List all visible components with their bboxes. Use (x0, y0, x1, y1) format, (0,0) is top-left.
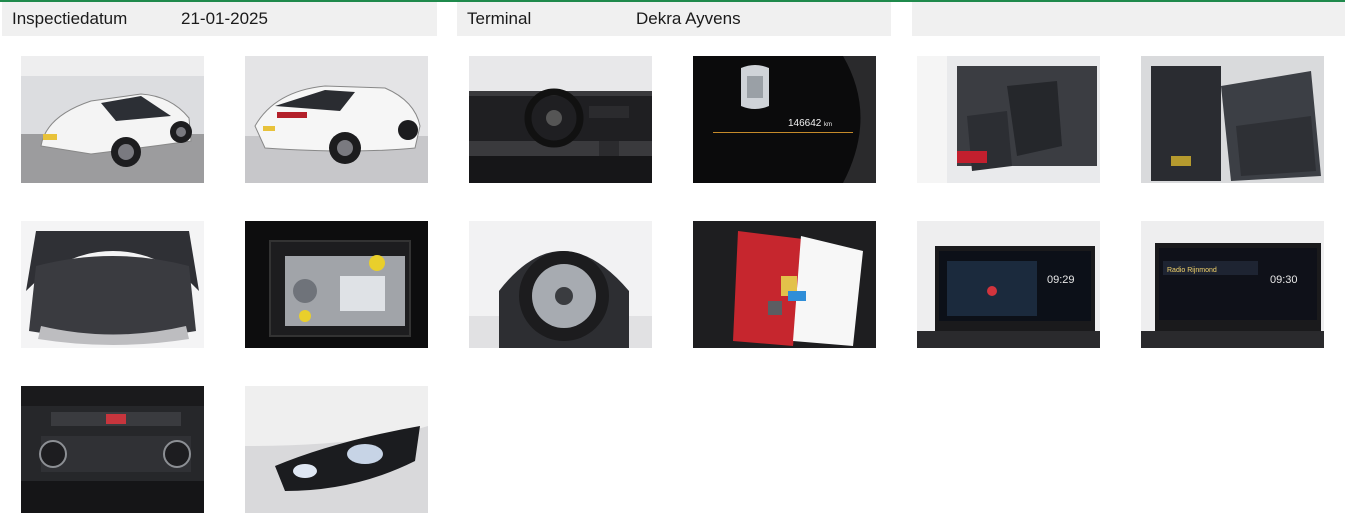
terminal-label: Terminal (467, 9, 532, 28)
photo-dashboard-interior[interactable] (469, 56, 652, 183)
empty-info-panel (912, 2, 1345, 36)
photo-infotainment-screen-1[interactable]: 09:29 (917, 221, 1100, 348)
inspection-date-value: 21-01-2025 (181, 9, 268, 28)
photo-car-rear-right[interactable] (245, 56, 428, 183)
photo-odometer[interactable]: 146642 km (693, 56, 876, 183)
photo-infotainment-screen-2[interactable]: Radio Rijnmond 09:30 (1141, 221, 1324, 348)
terminal-panel: Terminal Dekra Ayvens (457, 2, 891, 36)
photo-trunk[interactable] (21, 221, 204, 348)
radio-station-text: Radio Rijnmond (1167, 267, 1217, 274)
photo-wheel[interactable] (469, 221, 652, 348)
photo-front-seats[interactable] (917, 56, 1100, 183)
radio-clock-2-text: 09:30 (1270, 274, 1298, 286)
photo-climate-control[interactable] (21, 386, 204, 513)
odometer-reading-text: 146642 (788, 118, 822, 129)
photo-rear-seats[interactable] (1141, 56, 1324, 183)
inspection-date-label: Inspectiedatum (12, 9, 128, 28)
photo-manuals[interactable] (693, 221, 876, 348)
photo-headlight[interactable] (245, 386, 428, 513)
odometer-unit-text: km (824, 122, 832, 128)
photo-tire-repair-kit[interactable] (245, 221, 428, 348)
photo-car-front-left[interactable] (21, 56, 204, 183)
radio-clock-1-text: 09:29 (1047, 274, 1075, 286)
terminal-value: Dekra Ayvens (636, 9, 741, 28)
inspection-date-panel: Inspectiedatum 21-01-2025 (2, 2, 437, 36)
